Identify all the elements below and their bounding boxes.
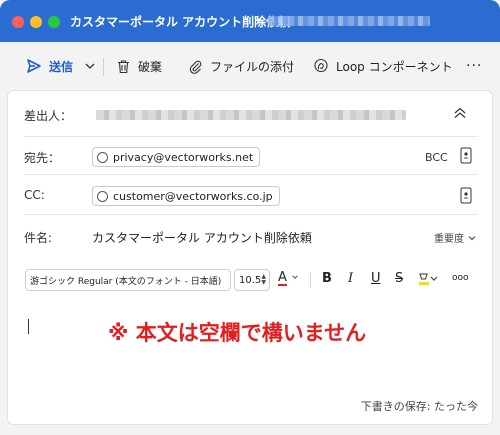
- loop-icon: [314, 58, 328, 73]
- bold-button[interactable]: B: [322, 271, 332, 286]
- contact-card-icon: [460, 187, 472, 204]
- send-icon: [27, 59, 41, 73]
- font-color-button[interactable]: A: [278, 270, 299, 286]
- chevron-up-icon: [454, 107, 466, 118]
- minimize-window-button[interactable]: [30, 16, 42, 28]
- bcc-toggle[interactable]: BCC: [425, 151, 448, 164]
- subject-row: 件名: カスタマーポータル アカウント削除依頼 重要度: [8, 215, 494, 255]
- send-options-button[interactable]: [84, 42, 103, 90]
- title-separator: •: [256, 14, 263, 27]
- recipient-chip[interactable]: privacy@vectorworks.net: [92, 147, 261, 167]
- redacted-sender[interactable]: [96, 110, 406, 120]
- toolbar-divider: [103, 58, 104, 76]
- subject-label: 件名:: [24, 231, 53, 245]
- send-button[interactable]: 送信: [26, 42, 73, 90]
- title-bar: カスタマーポータル アカウント削除依頼 •: [0, 0, 500, 42]
- address-book-button[interactable]: [460, 147, 472, 168]
- font-size-select[interactable]: 10.5 ▲ ▼: [234, 269, 270, 291]
- collapse-header-button[interactable]: [452, 105, 468, 125]
- discard-button[interactable]: 破棄: [116, 42, 162, 90]
- formatting-bar: 游ゴシック Regular (本文のフォント - 日本語) 10.5 ▲ ▼ A …: [8, 269, 494, 295]
- cc-label: CC:: [24, 188, 45, 202]
- text-cursor: [28, 319, 29, 334]
- highlight-button[interactable]: [418, 272, 438, 290]
- from-label: 差出人：: [24, 109, 73, 123]
- recipient-address: privacy@vectorworks.net: [113, 150, 254, 164]
- send-label: 送信: [49, 59, 74, 74]
- stepper-icon: ▲ ▼: [261, 273, 266, 286]
- address-book-button[interactable]: [460, 187, 472, 208]
- redacted-account-name: [268, 16, 430, 26]
- toolbar-divider: [310, 272, 311, 288]
- avatar-placeholder-icon: [97, 151, 108, 163]
- avatar-placeholder-icon: [97, 190, 108, 202]
- paperclip-icon: [189, 60, 202, 74]
- discard-label: 破棄: [138, 59, 163, 74]
- toolbar: 送信 破棄 ファイルの添付 Loop コンポーネント ···: [0, 42, 500, 90]
- contact-card-icon: [460, 147, 472, 164]
- font-size-value: 10.5: [239, 274, 262, 286]
- more-formatting-button[interactable]: ooo: [452, 273, 469, 283]
- underline-button[interactable]: U: [371, 271, 381, 286]
- recipient-chip[interactable]: customer@vectorworks.co.jp: [92, 186, 280, 206]
- importance-label: 重要度: [434, 234, 464, 245]
- attach-label: ファイルの添付: [210, 59, 295, 74]
- recipient-address: customer@vectorworks.co.jp: [113, 189, 273, 203]
- draft-status: 下書きの保存: たった今: [360, 400, 478, 413]
- more-options-button[interactable]: ···: [466, 42, 482, 90]
- chevron-down-icon: [292, 275, 298, 279]
- cc-row: CC: customer@vectorworks.co.jp: [8, 175, 494, 215]
- compose-card: 差出人： 宛先： privacy@vectorworks.net BCC CC:…: [7, 90, 493, 425]
- font-color-glyph: A: [278, 270, 287, 286]
- to-row: 宛先： privacy@vectorworks.net BCC: [8, 137, 494, 175]
- from-row: 差出人：: [8, 91, 494, 137]
- trash-icon: [118, 59, 129, 73]
- loop-label: Loop コンポーネント: [336, 59, 453, 74]
- strikethrough-button[interactable]: S: [395, 271, 403, 286]
- italic-button[interactable]: I: [348, 271, 353, 286]
- attach-file-button[interactable]: ファイルの添付: [188, 42, 294, 90]
- body-note: ※ 本文は空欄で構いません: [108, 321, 367, 345]
- font-family-select[interactable]: 游ゴシック Regular (本文のフォント - 日本語): [25, 269, 231, 291]
- chevron-down-icon: [468, 235, 476, 240]
- to-label: 宛先：: [24, 151, 61, 165]
- importance-dropdown[interactable]: 重要度: [434, 230, 477, 245]
- chevron-down-icon: [85, 63, 95, 69]
- zoom-window-button[interactable]: [48, 16, 60, 28]
- loop-component-button[interactable]: Loop コンポーネント: [313, 42, 453, 90]
- close-window-button[interactable]: [12, 16, 24, 28]
- highlighter-icon: [419, 273, 438, 285]
- subject-input[interactable]: カスタマーポータル アカウント削除依頼: [92, 229, 312, 246]
